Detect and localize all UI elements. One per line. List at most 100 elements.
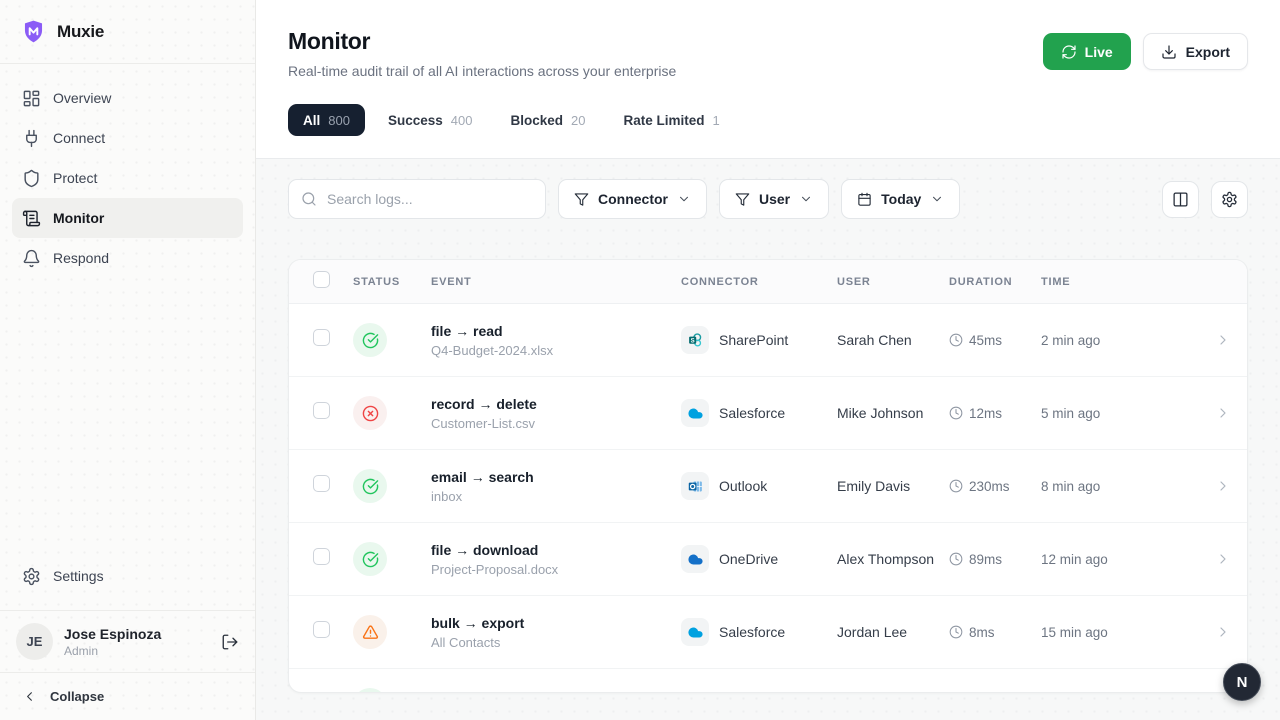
- sidebar-item-overview[interactable]: Overview: [12, 78, 243, 118]
- live-button[interactable]: Live: [1043, 33, 1131, 70]
- sidebar-item-protect[interactable]: Protect: [12, 158, 243, 198]
- search-box: [288, 179, 546, 219]
- sidebar-item-respond[interactable]: Respond: [12, 238, 243, 278]
- brand-name: Muxie: [57, 22, 104, 42]
- event-target: Project-Proposal.docx: [431, 562, 681, 577]
- brand[interactable]: Muxie: [0, 0, 255, 64]
- duration-value: 230ms: [969, 479, 1010, 494]
- duration-cell: 12ms: [949, 406, 1041, 421]
- chevron-right-icon[interactable]: [1215, 478, 1231, 494]
- filter-connector-dropdown[interactable]: Connector: [558, 179, 707, 219]
- time-cell: 8 min ago: [1041, 479, 1199, 494]
- event-cell: bulk → export All Contacts: [431, 615, 681, 650]
- sidebar-item-connect[interactable]: Connect: [12, 118, 243, 158]
- onedrive-icon: [681, 545, 709, 573]
- table-header-row: STATUS EVENT CONNECTOR USER DURATION TIM…: [289, 260, 1247, 304]
- connector-name: SharePoint: [719, 332, 788, 348]
- select-all-checkbox[interactable]: [313, 271, 330, 288]
- user-name: Jose Espinoza: [64, 626, 161, 642]
- sidebar-item-label: Connect: [53, 130, 105, 146]
- row-checkbox[interactable]: [313, 329, 330, 346]
- row-checkbox[interactable]: [313, 548, 330, 565]
- event-cell: file → read Q4-Budget-2024.xlsx: [431, 323, 681, 358]
- sidebar-item-monitor[interactable]: Monitor: [12, 198, 243, 238]
- chevron-right-icon[interactable]: [1215, 551, 1231, 567]
- chevron-right-icon[interactable]: [1215, 624, 1231, 640]
- event-cell: record → delete Customer-List.csv: [431, 396, 681, 431]
- event-action: file → download: [431, 542, 681, 558]
- sidebar-item-label: Protect: [53, 170, 97, 186]
- export-button[interactable]: Export: [1143, 33, 1248, 70]
- table-settings-button[interactable]: [1211, 181, 1248, 218]
- chevron-right-icon[interactable]: [1215, 332, 1231, 348]
- shield-icon: [22, 169, 41, 188]
- filter-user-dropdown[interactable]: User: [719, 179, 829, 219]
- user-card[interactable]: JE Jose Espinoza Admin: [0, 610, 255, 672]
- content-area: Connector User Today STATUS: [256, 159, 1280, 720]
- columns-button[interactable]: [1162, 181, 1199, 218]
- row-checkbox[interactable]: [313, 402, 330, 419]
- event-action: email → search: [431, 469, 681, 485]
- connector-cell: Salesforce: [681, 399, 837, 427]
- row-checkbox-cell: [305, 329, 353, 351]
- tab-all[interactable]: All 800: [288, 104, 365, 136]
- event-target: All Contacts: [431, 635, 681, 650]
- funnel-icon: [574, 192, 589, 207]
- table-row[interactable]: record → delete Customer-List.csv Salesf…: [289, 377, 1247, 450]
- clock-icon: [949, 479, 963, 493]
- clock-icon: [949, 625, 963, 639]
- event-target: Customer-List.csv: [431, 416, 681, 431]
- page-header: Monitor Real-time audit trail of all AI …: [256, 0, 1280, 159]
- status-cell: [353, 323, 431, 357]
- status-success-icon: [353, 542, 387, 576]
- tab-rate-limited[interactable]: Rate Limited 1: [608, 104, 734, 136]
- connector-cell: Outlook: [681, 472, 837, 500]
- sidebar-bottom: Settings: [0, 556, 255, 610]
- column-header-duration: DURATION: [949, 276, 1041, 288]
- row-checkbox-cell: [305, 402, 353, 424]
- sidebar-item-settings[interactable]: Settings: [12, 556, 243, 596]
- collapse-button[interactable]: Collapse: [0, 672, 255, 720]
- tab-success[interactable]: Success 400: [373, 104, 488, 136]
- status-cell: [353, 469, 431, 503]
- columns-icon: [1172, 191, 1189, 208]
- user-cell: Sarah Chen: [837, 332, 949, 348]
- table-row[interactable]: file → download Project-Proposal.docx On…: [289, 523, 1247, 596]
- table-row[interactable]: bulk → export All Contacts Salesforce Jo…: [289, 596, 1247, 669]
- user-cell: Alex Thompson: [837, 551, 949, 567]
- event-action: bulk → export: [431, 615, 681, 631]
- status-cell: [353, 542, 431, 576]
- scroll-icon: [22, 209, 41, 228]
- chevron-down-icon: [930, 192, 944, 206]
- row-checkbox[interactable]: [313, 475, 330, 492]
- duration-value: 8ms: [969, 625, 995, 640]
- floating-n-button[interactable]: N: [1223, 663, 1261, 701]
- time-cell: 5 min ago: [1041, 406, 1199, 421]
- table-row[interactable]: file → read Q4-Budget-2024.xlsx S ShareP…: [289, 304, 1247, 377]
- bell-icon: [22, 249, 41, 268]
- status-success-icon: [353, 688, 387, 693]
- tab-count: 400: [451, 113, 473, 128]
- event-cell: email → search inbox: [431, 469, 681, 504]
- table-row[interactable]: email → search inbox Outlook Emily Davis…: [289, 450, 1247, 523]
- tab-label: Rate Limited: [623, 113, 704, 128]
- status-tabs: All 800 Success 400 Blocked 20 Rate Limi…: [288, 104, 1248, 158]
- filter-label: User: [759, 191, 790, 207]
- tab-blocked[interactable]: Blocked 20: [495, 104, 600, 136]
- chevron-right-icon[interactable]: [1215, 405, 1231, 421]
- filter-today-dropdown[interactable]: Today: [841, 179, 960, 219]
- funnel-icon: [735, 192, 750, 207]
- tab-count: 800: [328, 113, 350, 128]
- tab-count: 1: [712, 113, 719, 128]
- event-target: inbox: [431, 489, 681, 504]
- table-row[interactable]: file → read: [289, 669, 1247, 693]
- muxie-logo-icon: [20, 18, 47, 45]
- search-input[interactable]: [325, 190, 533, 208]
- row-checkbox[interactable]: [313, 621, 330, 638]
- column-header-time: TIME: [1041, 276, 1199, 288]
- header-top: Monitor Real-time audit trail of all AI …: [288, 28, 1248, 79]
- event-cell: file → download Project-Proposal.docx: [431, 542, 681, 577]
- logout-icon[interactable]: [221, 633, 239, 651]
- page-title: Monitor: [288, 28, 676, 55]
- salesforce-icon: [681, 618, 709, 646]
